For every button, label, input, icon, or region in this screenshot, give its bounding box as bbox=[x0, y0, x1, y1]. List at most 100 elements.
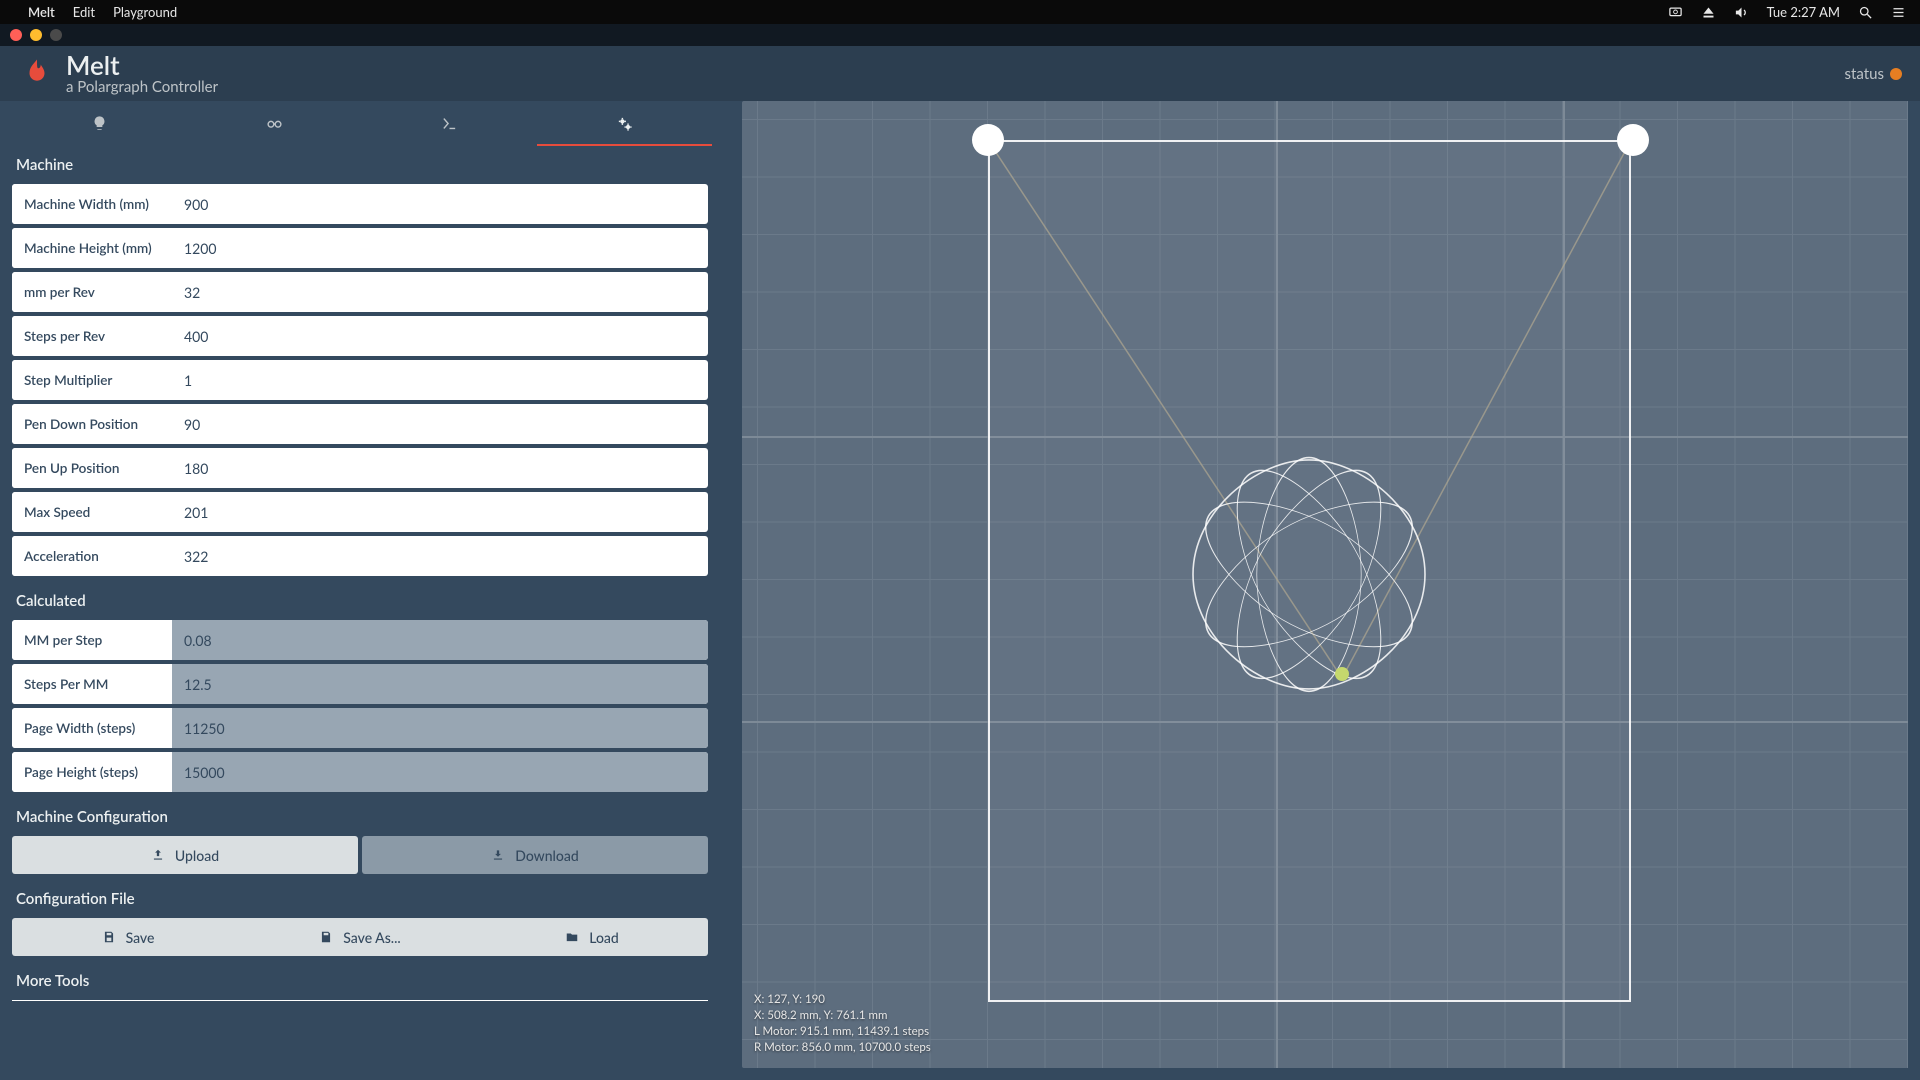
label: MM per Step bbox=[12, 620, 172, 660]
section-title-more-tools: More Tools bbox=[12, 962, 708, 994]
status-indicator-icon bbox=[1890, 68, 1902, 80]
value-readonly: 11250 bbox=[172, 708, 708, 748]
settings-panel: Machine Machine Width (mm) 900 Machine H… bbox=[12, 101, 712, 1068]
save-as-label: Save As... bbox=[343, 929, 400, 946]
download-icon bbox=[491, 848, 505, 862]
app-subtitle: a Polargraph Controller bbox=[66, 78, 218, 96]
menu-list-icon[interactable] bbox=[1891, 5, 1906, 20]
load-label: Load bbox=[589, 929, 619, 946]
label: Page Height (steps) bbox=[12, 752, 172, 792]
status-label: status bbox=[1845, 65, 1884, 83]
label: Machine Height (mm) bbox=[12, 228, 172, 268]
field-page-width-steps: Page Width (steps) 11250 bbox=[12, 708, 708, 748]
tab-terminal[interactable] bbox=[362, 101, 537, 146]
spotlight-icon[interactable] bbox=[1858, 5, 1873, 20]
save-icon bbox=[102, 930, 116, 944]
app-header: Melt a Polargraph Controller status bbox=[0, 46, 1920, 101]
label: Page Width (steps) bbox=[12, 708, 172, 748]
window-minimize-icon[interactable] bbox=[30, 29, 42, 41]
section-title-machine: Machine bbox=[12, 146, 708, 178]
label: Steps per Rev bbox=[12, 316, 172, 356]
label: Acceleration bbox=[12, 536, 172, 576]
field-machine-height: Machine Height (mm) 1200 bbox=[12, 228, 708, 268]
terminal-icon bbox=[441, 115, 458, 132]
readout-line: L Motor: 915.1 mm, 11439.1 steps bbox=[754, 1025, 931, 1038]
connection-status[interactable]: status bbox=[1845, 65, 1902, 83]
label: Max Speed bbox=[12, 492, 172, 532]
window-zoom-icon[interactable] bbox=[50, 29, 62, 41]
lightbulb-icon bbox=[91, 115, 108, 132]
value-input[interactable]: 1200 bbox=[172, 228, 708, 268]
menubar-appname[interactable]: Melt bbox=[28, 4, 55, 20]
readout-line: X: 127, Y: 190 bbox=[754, 993, 931, 1006]
label: Steps Per MM bbox=[12, 664, 172, 704]
readout-line: X: 508.2 mm, Y: 761.1 mm bbox=[754, 1009, 931, 1022]
save-button[interactable]: Save bbox=[12, 918, 244, 956]
download-button[interactable]: Download bbox=[362, 836, 708, 874]
field-machine-width: Machine Width (mm) 900 bbox=[12, 184, 708, 224]
tab-settings[interactable] bbox=[537, 101, 712, 146]
pen-position-icon bbox=[1335, 667, 1349, 681]
label: mm per Rev bbox=[12, 272, 172, 312]
app-logo-icon bbox=[22, 57, 52, 91]
section-title-machine-config: Machine Configuration bbox=[12, 798, 708, 830]
tab-view[interactable] bbox=[187, 101, 362, 146]
motor-left-icon bbox=[972, 124, 1004, 156]
motor-right-icon bbox=[1617, 124, 1649, 156]
window-controls bbox=[0, 24, 1920, 46]
menubar-clock[interactable]: Tue 2:27 AM bbox=[1767, 4, 1840, 20]
upload-icon bbox=[151, 848, 165, 862]
save-as-button[interactable]: Save As... bbox=[244, 918, 476, 956]
field-mm-per-rev: mm per Rev 32 bbox=[12, 272, 708, 312]
window-close-icon[interactable] bbox=[10, 29, 22, 41]
upload-button[interactable]: Upload bbox=[12, 836, 358, 874]
workspace: Machine Machine Width (mm) 900 Machine H… bbox=[0, 101, 1920, 1080]
menubar-item-edit[interactable]: Edit bbox=[73, 4, 95, 20]
field-max-speed: Max Speed 201 bbox=[12, 492, 708, 532]
value-readonly: 15000 bbox=[172, 752, 708, 792]
value-input[interactable]: 900 bbox=[172, 184, 708, 224]
section-title-config-file: Configuration File bbox=[12, 880, 708, 912]
save-label: Save bbox=[126, 929, 155, 946]
volume-icon[interactable] bbox=[1734, 5, 1749, 20]
preview-canvas[interactable]: X: 127, Y: 190 X: 508.2 mm, Y: 761.1 mm … bbox=[742, 101, 1908, 1068]
screen-icon[interactable] bbox=[1668, 5, 1683, 20]
value-readonly: 0.08 bbox=[172, 620, 708, 660]
value-readonly: 12.5 bbox=[172, 664, 708, 704]
tab-idea[interactable] bbox=[12, 101, 187, 146]
field-page-height-steps: Page Height (steps) 15000 bbox=[12, 752, 708, 792]
panel-tabs bbox=[12, 101, 712, 146]
section-title-calculated: Calculated bbox=[12, 582, 708, 614]
readout-line: R Motor: 856.0 mm, 10700.0 steps bbox=[754, 1041, 931, 1054]
menubar-item-playground[interactable]: Playground bbox=[113, 4, 177, 20]
field-steps-per-rev: Steps per Rev 400 bbox=[12, 316, 708, 356]
label: Step Multiplier bbox=[12, 360, 172, 400]
field-mm-per-step: MM per Step 0.08 bbox=[12, 620, 708, 660]
folder-open-icon bbox=[565, 930, 579, 944]
field-acceleration: Acceleration 322 bbox=[12, 536, 708, 576]
app-title: Melt bbox=[66, 52, 218, 78]
value-input[interactable]: 201 bbox=[172, 492, 708, 532]
field-pen-up: Pen Up Position 180 bbox=[12, 448, 708, 488]
panel-scroll[interactable]: Machine Machine Width (mm) 900 Machine H… bbox=[12, 146, 712, 1068]
eject-icon[interactable] bbox=[1701, 5, 1716, 20]
label: Pen Down Position bbox=[12, 404, 172, 444]
upload-label: Upload bbox=[175, 847, 219, 864]
plot-svg bbox=[742, 101, 1908, 1068]
coordinate-readout: X: 127, Y: 190 X: 508.2 mm, Y: 761.1 mm … bbox=[754, 993, 931, 1054]
save-as-icon bbox=[319, 930, 333, 944]
value-input[interactable]: 90 bbox=[172, 404, 708, 444]
value-input[interactable]: 1 bbox=[172, 360, 708, 400]
value-input[interactable]: 32 bbox=[172, 272, 708, 312]
field-step-multiplier: Step Multiplier 1 bbox=[12, 360, 708, 400]
download-label: Download bbox=[515, 847, 578, 864]
field-steps-per-mm: Steps Per MM 12.5 bbox=[12, 664, 708, 704]
value-input[interactable]: 180 bbox=[172, 448, 708, 488]
macos-menubar: Melt Edit Playground Tue 2:27 AM bbox=[0, 0, 1920, 24]
label: Machine Width (mm) bbox=[12, 184, 172, 224]
value-input[interactable]: 400 bbox=[172, 316, 708, 356]
load-button[interactable]: Load bbox=[476, 918, 708, 956]
glasses-icon bbox=[266, 115, 283, 132]
field-pen-down: Pen Down Position 90 bbox=[12, 404, 708, 444]
value-input[interactable]: 322 bbox=[172, 536, 708, 576]
